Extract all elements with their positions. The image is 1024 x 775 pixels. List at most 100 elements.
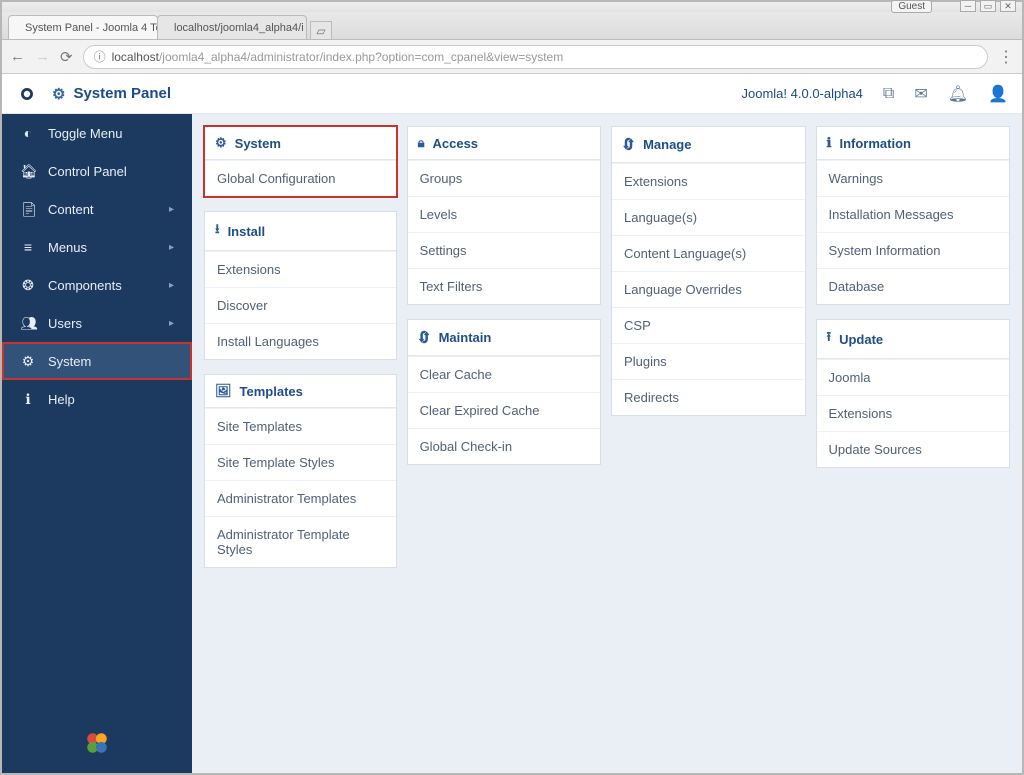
panel-link[interactable]: Update Sources [817,431,1009,467]
joomla-logo-icon [84,730,110,756]
panel-card: ⭳InstallExtensionsDiscoverInstall Langua… [204,211,397,360]
content-area: ⚙SystemGlobal Configuration⭳InstallExten… [192,114,1022,773]
panel-link[interactable]: Extensions [205,251,396,287]
panel-card-title: ⚙ System [205,127,396,160]
panel-link[interactable]: Installation Messages [817,196,1009,232]
sidebar-item-users[interactable]: 👥︎ Users ▸ [2,304,192,342]
url-host: localhost [112,50,159,64]
sidebar-item-label: Content [48,202,94,217]
panel-link[interactable]: Site Templates [205,408,396,444]
panel-link[interactable]: Text Filters [408,268,600,304]
panel-card: ⚙ System Global Configuration [204,126,397,197]
panel-link[interactable]: Joomla [817,359,1009,395]
panel-link[interactable]: Global Configuration [205,160,396,196]
sidebar-item-toggle[interactable]: ◐ Toggle Menu [2,114,192,152]
sidebar-item-menus[interactable]: ≡ Menus ▸ [2,228,192,266]
sidebar-item-control-panel[interactable]: 🏠︎ Control Panel [2,152,192,190]
site-info-icon[interactable]: ⓘ [94,48,106,65]
panel-link[interactable]: Levels [408,196,600,232]
mail-icon[interactable]: ✉ [914,84,927,104]
tab-title: System Panel - Joomla 4 Te [25,22,158,34]
panel-card: 🔄︎ Manage ExtensionsLanguage(s)Content Lan… [611,126,805,416]
panel-link[interactable]: Global Check-in [408,428,600,464]
minimize-button[interactable]: ─ [960,0,976,12]
version-link[interactable]: Joomla! 4.0.0-alpha4 [742,86,863,101]
app-body: ◐ Toggle Menu 🏠︎ Control Panel 📄︎ Conten… [2,114,1022,773]
panel-card: 🔒︎AccessGroupsLevelsSettingsText Filters [407,126,601,305]
sidebar: ◐ Toggle Menu 🏠︎ Control Panel 📄︎ Conten… [2,114,192,773]
bell-icon[interactable]: 🔔︎ [948,84,968,104]
panel-link[interactable]: Groups [408,160,600,196]
toggle-icon: ◐ [20,125,36,141]
sidebar-item-content[interactable]: 📄︎ Content ▸ [2,190,192,228]
lock-icon: 🔒︎ [418,135,425,151]
panel-link[interactable]: Extensions [612,163,804,199]
external-link-icon[interactable]: ⧉ [883,85,894,103]
close-window-button[interactable]: ✕ [1000,0,1016,12]
browser-window: Guest ─ ▭ ✕ System Panel - Joomla 4 Te ×… [0,0,1024,775]
panel-card-title-text: System [235,136,281,151]
panel-card: ℹInformationWarningsInstallation Message… [816,126,1010,305]
puzzle-icon: ❂ [20,277,36,294]
panel-column: ℹInformationWarningsInstallation Message… [816,126,1010,468]
browser-tab-inactive[interactable]: localhost/joomla4_alpha4/i × [157,15,307,39]
sidebar-item-label: Users [48,316,82,331]
gear-icon: ⚙ [215,135,227,151]
panel-card: ⭱UpdateJoomlaExtensionsUpdate Sources [816,319,1010,468]
panel-columns: ⚙SystemGlobal Configuration⭳InstallExten… [204,126,1010,568]
panel-link[interactable]: Warnings [817,160,1009,196]
panel-link[interactable]: Language(s) [612,199,804,235]
upload-icon: ⭱ [827,328,832,350]
refresh-icon: 🔄︎ [622,135,635,154]
panel-link[interactable]: CSP [612,307,804,343]
sidebar-item-label: Help [48,392,75,407]
sidebar-item-label: Control Panel [48,164,127,179]
home-icon: 🏠︎ [20,163,36,180]
browser-tab-active[interactable]: System Panel - Joomla 4 Te × [8,15,158,39]
panel-card-title: 🔄︎Maintain [408,320,600,356]
sidebar-item-components[interactable]: ❂ Components ▸ [2,266,192,304]
users-icon: 👥︎ [20,315,36,332]
panel-link[interactable]: Redirects [612,379,804,415]
panel-link[interactable]: Extensions [817,395,1009,431]
reload-button[interactable]: ⟳ [60,48,73,66]
user-icon[interactable]: 👤 [988,84,1008,104]
panel-column: ⚙ System Global Configuration ⭳InstallExten… [204,126,397,568]
panel-link[interactable]: Content Language(s) [612,235,804,271]
panel-link[interactable]: System Information [817,232,1009,268]
panel-card-title: 🖼︎Templates [205,375,396,408]
panel-card-title: 🔒︎Access [408,127,600,160]
panel-link[interactable]: Settings [408,232,600,268]
file-icon: 📄︎ [20,201,36,218]
panel-card: 🖼︎TemplatesSite TemplatesSite Template S… [204,374,397,568]
sidebar-item-system[interactable]: ⚙ System [2,342,192,380]
forward-button[interactable]: → [35,48,50,65]
panel-link[interactable]: Plugins [612,343,804,379]
panel-link[interactable]: Database [817,268,1009,304]
window-titlebar: Guest ─ ▭ ✕ [2,2,1022,12]
panel-card-title: 🔄︎ Manage [612,127,804,163]
panel-link[interactable]: Administrator Template Styles [205,516,396,567]
panel-link[interactable]: Install Languages [205,323,396,359]
panel-link[interactable]: Language Overrides [612,271,804,307]
panel-link[interactable]: Discover [205,287,396,323]
panel-link[interactable]: Administrator Templates [205,480,396,516]
sidebar-footer [2,713,192,773]
new-tab-button[interactable]: ▱ [310,21,332,39]
panel-card-title-text: Manage [643,137,691,152]
gear-icon: ⚙ [52,85,65,103]
panel-link[interactable]: Clear Cache [408,356,600,392]
browser-menu-button[interactable]: ⋮ [998,47,1014,67]
download-icon: ⭳ [215,220,220,242]
address-bar[interactable]: ⓘ localhost/joomla4_alpha4/administrator… [83,45,988,69]
guest-badge: Guest [891,0,932,13]
panel-link[interactable]: Site Template Styles [205,444,396,480]
sidebar-item-help[interactable]: ℹ Help [2,380,192,418]
window-buttons: ─ ▭ ✕ [960,0,1016,12]
panel-card-title: ⭳Install [205,212,396,251]
back-button[interactable]: ← [10,48,25,65]
chevron-right-icon: ▸ [169,318,174,329]
panel-link[interactable]: Clear Expired Cache [408,392,600,428]
maximize-button[interactable]: ▭ [980,0,996,12]
sidebar-item-label: System [48,354,91,369]
